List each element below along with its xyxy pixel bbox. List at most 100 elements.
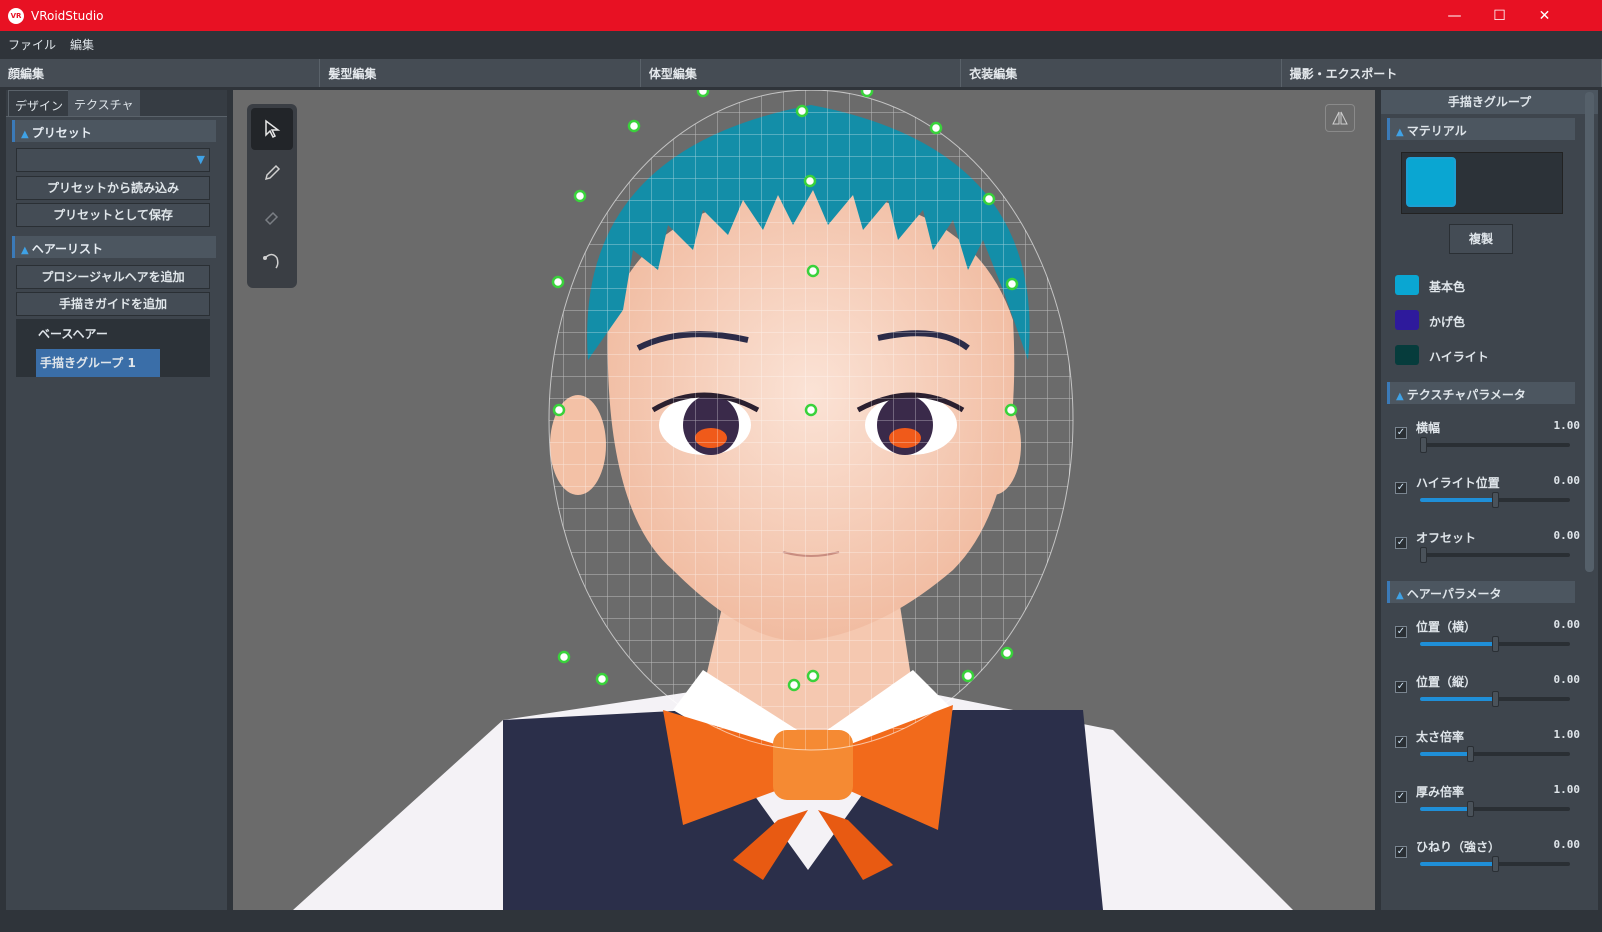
hair-list: ベースヘアー 手描きグループ 1 — [16, 319, 210, 377]
maximize-button[interactable]: ☐ — [1477, 0, 1522, 31]
guide-wireframe — [548, 90, 1074, 751]
tab-face[interactable]: 顔編集 — [0, 59, 321, 87]
param-checkbox[interactable]: ✓ — [1395, 537, 1407, 549]
status-bar — [0, 912, 1602, 932]
slider-fill — [1420, 642, 1495, 646]
collapse-triangle-icon: ▲ — [1396, 391, 1404, 402]
slider-handle[interactable] — [1492, 856, 1499, 872]
window-title: VRoidStudio — [31, 8, 104, 23]
color-swatch[interactable] — [1395, 345, 1419, 365]
param-checkbox[interactable]: ✓ — [1395, 736, 1407, 748]
param-value[interactable]: 0.00 — [1554, 673, 1581, 686]
right-panel: 手描きグループ ▲ マテリアル 複製 基本色 かげ色 ハイライト ▲ テクスチャパラメー… — [1381, 90, 1598, 910]
slider-handle[interactable] — [1420, 437, 1427, 453]
slider-handle[interactable] — [1492, 636, 1499, 652]
param-slider[interactable] — [1420, 636, 1570, 652]
param-label: 横幅 — [1416, 421, 1441, 435]
param-row: ✓ 厚み倍率 1.00 — [1395, 783, 1580, 833]
menu-edit[interactable]: 編集 — [70, 36, 94, 53]
color-label: 基本色 — [1429, 280, 1466, 294]
collapse-triangle-icon: ▲ — [21, 129, 29, 140]
param-slider[interactable] — [1420, 547, 1570, 563]
param-label: 厚み倍率 — [1416, 785, 1465, 799]
pen-tool-icon[interactable] — [251, 152, 293, 194]
param-checkbox[interactable]: ✓ — [1395, 427, 1407, 439]
param-value[interactable]: 0.00 — [1554, 838, 1581, 851]
texture-params-section-header[interactable]: ▲ テクスチャパラメータ — [1387, 382, 1575, 404]
param-label: ひねり（強さ） — [1416, 840, 1501, 854]
slider-handle[interactable] — [1492, 492, 1499, 508]
param-slider[interactable] — [1420, 856, 1570, 872]
param-label: 位置（横） — [1416, 620, 1477, 634]
param-value[interactable]: 0.00 — [1554, 474, 1581, 487]
load-preset-button[interactable]: プリセットから読み込み — [16, 176, 210, 200]
param-checkbox[interactable]: ✓ — [1395, 681, 1407, 693]
material-section-title: マテリアル — [1406, 124, 1467, 138]
left-panel: デザイン テクスチャ ▲ プリセット ▼ プリセットから読み込み プリセットとして… — [6, 90, 227, 910]
minimize-button[interactable]: — — [1432, 0, 1477, 31]
mode-tabs: 顔編集 髪型編集 体型編集 衣装編集 撮影・エクスポート — [0, 59, 1602, 87]
param-slider[interactable] — [1420, 492, 1570, 508]
color-swatch[interactable] — [1395, 310, 1419, 330]
select-tool-icon[interactable] — [251, 108, 293, 150]
param-label: 位置（縦） — [1416, 675, 1477, 689]
material-thumbnail[interactable] — [1406, 157, 1456, 207]
slider-handle[interactable] — [1466, 801, 1474, 817]
collapse-triangle-icon: ▲ — [1396, 590, 1404, 601]
slider-handle[interactable] — [1420, 547, 1427, 563]
preset-section-header[interactable]: ▲ プリセット — [12, 120, 216, 142]
slider-fill — [1420, 498, 1495, 502]
menu-file[interactable]: ファイル — [8, 36, 56, 53]
collapse-triangle-icon: ▲ — [21, 245, 29, 256]
save-preset-button[interactable]: プリセットとして保存 — [16, 203, 210, 227]
param-slider[interactable] — [1420, 801, 1570, 817]
tab-hair[interactable]: 髪型編集 — [320, 59, 641, 87]
mirror-toggle-icon[interactable] — [1325, 104, 1355, 132]
hairlist-section-header[interactable]: ▲ ヘアーリスト — [12, 236, 216, 258]
right-panel-scrollbar[interactable] — [1585, 92, 1594, 572]
slider-fill — [1420, 862, 1495, 866]
collapse-triangle-icon: ▲ — [1396, 127, 1404, 138]
tool-palette — [247, 104, 297, 288]
param-value[interactable]: 1.00 — [1554, 419, 1581, 432]
color-swatch[interactable] — [1395, 275, 1419, 295]
texture-params-section-title: テクスチャパラメータ — [1406, 388, 1526, 402]
param-checkbox[interactable]: ✓ — [1395, 791, 1407, 803]
param-value[interactable]: 0.00 — [1554, 618, 1581, 631]
param-checkbox[interactable]: ✓ — [1395, 482, 1407, 494]
param-slider[interactable] — [1420, 746, 1570, 762]
param-slider[interactable] — [1420, 437, 1570, 453]
param-row: ✓ 位置（縦） 0.00 — [1395, 673, 1580, 723]
param-checkbox[interactable]: ✓ — [1395, 846, 1407, 858]
subtab-design[interactable]: デザイン — [8, 90, 71, 116]
param-slider[interactable] — [1420, 691, 1570, 707]
material-section-header[interactable]: ▲ マテリアル — [1387, 118, 1575, 140]
slider-handle[interactable] — [1492, 691, 1499, 707]
param-value[interactable]: 1.00 — [1554, 728, 1581, 741]
slider-handle[interactable] — [1466, 746, 1474, 762]
hair-list-item-group-selected[interactable]: 手描きグループ 1 — [36, 349, 160, 377]
tab-body[interactable]: 体型編集 — [640, 59, 962, 87]
subtab-texture[interactable]: テクスチャ — [68, 90, 140, 116]
tab-outfit[interactable]: 衣装編集 — [961, 59, 1282, 87]
param-label: ハイライト位置 — [1416, 476, 1500, 490]
curve-tool-icon[interactable] — [251, 240, 293, 282]
eraser-tool-icon[interactable] — [251, 196, 293, 238]
close-button[interactable]: ✕ — [1522, 0, 1567, 31]
character-preview — [293, 90, 1293, 910]
param-row: ✓ 太さ倍率 1.00 — [1395, 728, 1580, 778]
add-guide-button[interactable]: 手描きガイドを追加 — [16, 292, 210, 316]
hair-params-section-header[interactable]: ▲ ヘアーパラメータ — [1387, 581, 1575, 603]
add-procedural-hair-button[interactable]: プロシージャルヘアを追加 — [16, 265, 210, 289]
3d-viewport[interactable] — [233, 90, 1375, 910]
param-value[interactable]: 1.00 — [1554, 783, 1581, 796]
hair-params-section-title: ヘアーパラメータ — [1406, 587, 1502, 601]
hair-list-item-base[interactable]: ベースヘアー — [38, 325, 108, 342]
duplicate-button[interactable]: 複製 — [1449, 224, 1513, 254]
param-row: ✓ ハイライト位置 0.00 — [1395, 474, 1580, 524]
param-value[interactable]: 0.00 — [1554, 529, 1581, 542]
param-checkbox[interactable]: ✓ — [1395, 626, 1407, 638]
param-row: ✓ ひねり（強さ） 0.00 — [1395, 838, 1580, 888]
tab-export[interactable]: 撮影・エクスポート — [1281, 59, 1602, 87]
preset-dropdown[interactable]: ▼ — [16, 148, 210, 172]
